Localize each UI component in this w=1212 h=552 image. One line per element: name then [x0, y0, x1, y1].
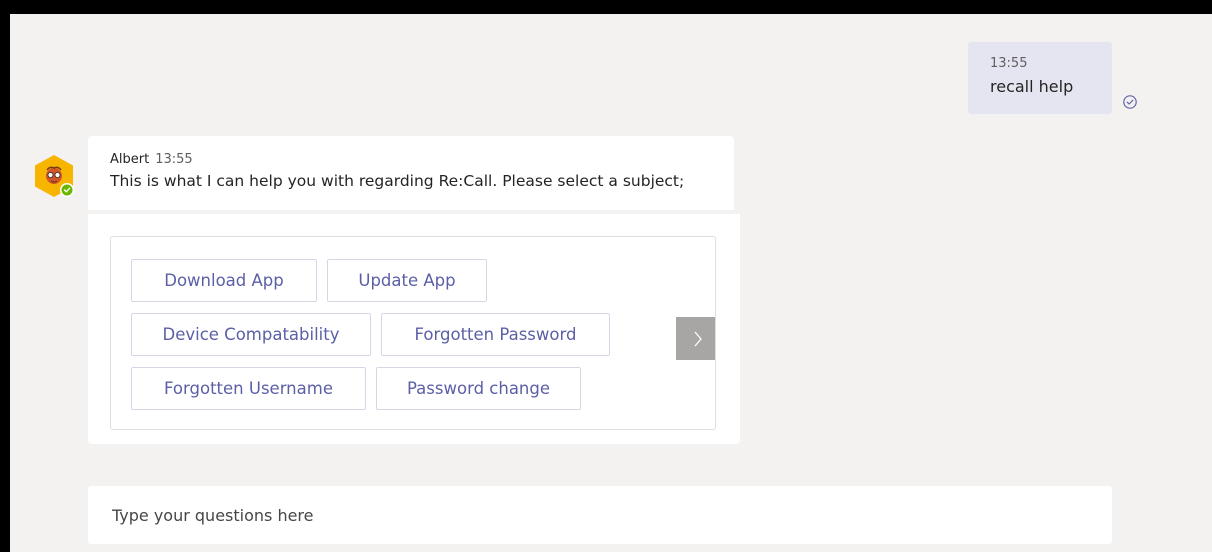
chevron-right-icon	[694, 331, 702, 346]
compose-box[interactable]	[88, 486, 1112, 544]
bot-author-name: Albert	[110, 152, 150, 167]
bot-message[interactable]: Albert 13:55 This is what I can help you …	[88, 136, 734, 210]
update-app-button[interactable]: Update App	[327, 259, 487, 302]
sent-message-bubble[interactable]: 13:55 recall help	[968, 42, 1112, 114]
bot-message-time: 13:55	[155, 152, 193, 167]
forgotten-password-button[interactable]: Forgotten Password	[381, 313, 610, 356]
bot-avatar-icon	[35, 155, 74, 197]
device-compatability-button[interactable]: Device Compatability	[131, 313, 371, 356]
bot-avatar[interactable]	[30, 153, 78, 201]
message-input[interactable]	[110, 504, 1094, 526]
presence-available-icon	[61, 184, 73, 196]
forgotten-username-button[interactable]: Forgotten Username	[131, 367, 366, 410]
download-app-button[interactable]: Download App	[131, 259, 317, 302]
read-check-icon	[1122, 94, 1138, 110]
carousel-next-button[interactable]	[676, 317, 715, 360]
sent-message-time: 13:55	[990, 56, 1028, 71]
chat-pane[interactable]: 13:55 recall help Albert 13:55 This is w…	[10, 14, 1212, 552]
window-frame: 13:55 recall help Albert 13:55 This is w…	[0, 0, 1212, 552]
bot-message-meta: Albert 13:55	[110, 152, 734, 167]
suggested-actions-card: Download App Update App Device Compatabi…	[110, 236, 716, 430]
password-change-button[interactable]: Password change	[376, 367, 581, 410]
bot-message-text: This is what I can help you with regardi…	[110, 172, 685, 190]
sent-message-text: recall help	[990, 77, 1074, 96]
bot-card-container: Download App Update App Device Compatabi…	[88, 214, 740, 444]
